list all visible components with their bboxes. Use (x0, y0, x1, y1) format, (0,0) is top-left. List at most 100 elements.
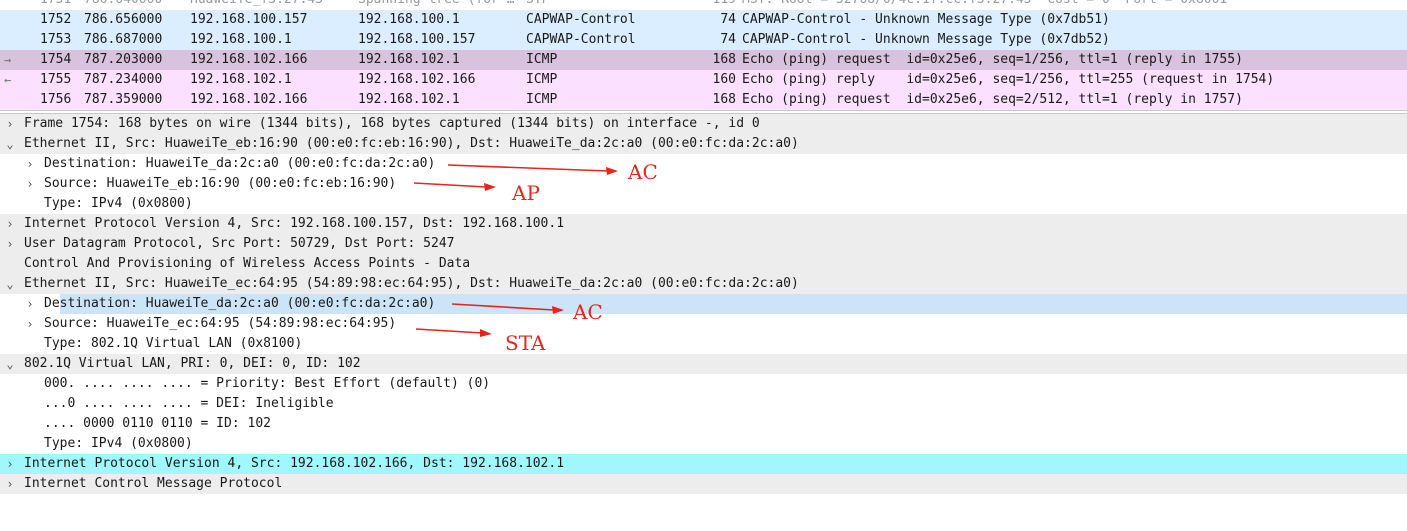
detail-tree-item[interactable]: › Frame 1754: 168 bytes on wire (1344 bit… (0, 114, 1407, 134)
packet-row[interactable]: 1753 786.687000 192.168.100.1 192.168.100.1… (0, 30, 1407, 50)
annotation-label-sta: STA (505, 331, 546, 355)
cell-destination: 192.168.102.166 (358, 72, 476, 87)
cell-number: 1751 (40, 0, 71, 10)
cell-source: HuaweiTe_f3:27:45 (190, 0, 323, 10)
chevron-right-icon[interactable]: › (24, 154, 36, 174)
cell-info: Echo (ping) request id=0x25e6, seq=1/256… (742, 52, 1243, 67)
cell-number: 1754 (40, 52, 72, 67)
related-packet-arrow-icon: ← (4, 73, 12, 87)
annotation-label-ap: AP (512, 181, 540, 205)
detail-tree-item-label: User Datagram Protocol, Src Port: 50729,… (24, 236, 455, 251)
cell-info: Echo (ping) reply id=0x25e6, seq=1/256, … (742, 72, 1275, 87)
detail-tree-item-label: Control And Provisioning of Wireless Acc… (24, 256, 471, 271)
cell-source: 192.168.100.1 (190, 32, 292, 47)
cell-time: 786.687000 (84, 32, 163, 47)
chevron-right-icon[interactable]: › (24, 294, 36, 314)
cell-source: 192.168.100.157 (190, 12, 308, 27)
detail-tree-item-label: Type: IPv4 (0x0800) (44, 436, 193, 451)
cell-destination: 192.168.102.1 (358, 52, 460, 67)
packet-details-tree[interactable]: › Frame 1754: 168 bytes on wire (1344 bit… (0, 114, 1407, 531)
packet-row[interactable]: 1756 787.359000 192.168.102.166 192.168.102… (0, 90, 1407, 110)
chevron-down-icon[interactable]: ⌄ (4, 354, 16, 374)
detail-tree-item-label: Source: HuaweiTe_eb:16:90 (00:e0:fc:eb:1… (44, 176, 397, 191)
cell-destination: Spanning-tree-(for-… (358, 0, 515, 10)
detail-tree-item[interactable]: › User Datagram Protocol, Src Port: 50729… (0, 234, 1407, 254)
detail-tree-item-label: .... 0000 0110 0110 = ID: 102 (44, 416, 271, 431)
cell-length: 168 (712, 92, 736, 107)
chevron-right-icon[interactable]: › (4, 474, 16, 494)
related-packet-arrow-icon: → (4, 53, 12, 67)
chevron-down-icon[interactable]: ⌄ (4, 134, 16, 154)
cell-protocol: CAPWAP-Control (526, 32, 636, 47)
cell-info: MST. Root = 32768/0/4c:1f:cc:f3:27:45 Co… (742, 0, 1227, 10)
cell-length: 74 (720, 12, 736, 27)
detail-tree-item[interactable]: ⌄ Ethernet II, Src: HuaweiTe_eb:16:90 (00… (0, 134, 1407, 154)
cell-info: Echo (ping) request id=0x25e6, seq=2/512… (742, 92, 1243, 107)
detail-tree-item-label: 000. .... .... .... = Priority: Best Eff… (44, 376, 491, 391)
chevron-right-icon[interactable]: › (4, 454, 16, 474)
cell-time: 787.234000 (84, 72, 163, 87)
packet-list[interactable]: 1751 786.640000 HuaweiTe_f3:27:45 Spanning-… (0, 0, 1407, 110)
detail-tree-item-label: Ethernet II, Src: HuaweiTe_ec:64:95 (54:… (24, 276, 799, 291)
packet-row[interactable]: ← 1755 787.234000 192.168.102.1 192.168.102.… (0, 70, 1407, 90)
detail-tree-item[interactable]: .... 0000 0110 0110 = ID: 102 (0, 414, 1407, 434)
detail-tree-item[interactable]: ⌄ 802.1Q Virtual LAN, PRI: 0, DEI: 0, ID:… (0, 354, 1407, 374)
detail-tree-item-label: Type: 802.1Q Virtual LAN (0x8100) (44, 336, 303, 351)
cell-destination: 192.168.100.157 (358, 32, 476, 47)
cell-protocol: ICMP (526, 52, 558, 67)
detail-tree-item-label: ...0 .... .... .... = DEI: Ineligible (44, 396, 334, 411)
chevron-right-icon[interactable]: › (4, 214, 16, 234)
detail-tree-item[interactable]: › Destination: HuaweiTe_da:2c:a0 (00:e0:f… (0, 294, 1407, 314)
detail-tree-item[interactable]: › Destination: HuaweiTe_da:2c:a0 (00:e0:f… (0, 154, 1407, 174)
detail-tree-item[interactable]: › Internet Protocol Version 4, Src: 192.1… (0, 454, 1407, 474)
cell-destination: 192.168.100.1 (358, 12, 460, 27)
detail-tree-item[interactable]: 000. .... .... .... = Priority: Best Eff… (0, 374, 1407, 394)
detail-tree-item[interactable]: › Internet Control Message Protocol (0, 474, 1407, 494)
cell-source: 192.168.102.166 (190, 92, 308, 107)
detail-tree-item[interactable]: › Internet Protocol Version 4, Src: 192.1… (0, 214, 1407, 234)
cell-number: 1755 (40, 72, 72, 87)
cell-time: 787.359000 (84, 92, 163, 107)
detail-tree-item[interactable]: › Source: HuaweiTe_ec:64:95 (54:89:98:ec:… (0, 314, 1407, 334)
cell-source: 192.168.102.1 (190, 72, 292, 87)
detail-tree-item[interactable]: ...0 .... .... .... = DEI: Ineligible (0, 394, 1407, 414)
detail-tree-item-label: Source: HuaweiTe_ec:64:95 (54:89:98:ec:6… (44, 316, 397, 331)
detail-tree-item[interactable]: Type: 802.1Q Virtual LAN (0x8100) (0, 334, 1407, 354)
detail-tree-item-label: Internet Control Message Protocol (24, 476, 283, 491)
detail-tree-item-label: 802.1Q Virtual LAN, PRI: 0, DEI: 0, ID: … (24, 356, 361, 371)
detail-tree-item[interactable]: Control And Provisioning of Wireless Acc… (0, 254, 1407, 274)
cell-protocol: STP (526, 0, 549, 10)
cell-number: 1752 (40, 12, 72, 27)
chevron-right-icon[interactable]: › (24, 314, 36, 334)
chevron-right-icon[interactable]: › (4, 234, 16, 254)
packet-row[interactable]: → 1754 787.203000 192.168.102.166 192.168.10… (0, 50, 1407, 70)
chevron-down-icon[interactable]: ⌄ (4, 274, 16, 294)
cell-number: 1753 (40, 32, 72, 47)
cell-destination: 192.168.102.1 (358, 92, 460, 107)
annotation-label-ac-1: AC (628, 160, 658, 184)
cell-source: 192.168.102.166 (190, 52, 308, 67)
detail-tree-item-label: Frame 1754: 168 bytes on wire (1344 bits… (24, 116, 760, 131)
detail-tree-item-label: Internet Protocol Version 4, Src: 192.16… (24, 456, 565, 471)
detail-tree-item-label: Destination: HuaweiTe_da:2c:a0 (00:e0:fc… (44, 296, 436, 311)
detail-tree-item-label: Type: IPv4 (0x0800) (44, 196, 193, 211)
annotation-label-ac-2: AC (573, 300, 603, 324)
chevron-right-icon[interactable]: › (4, 114, 16, 134)
detail-tree-item[interactable]: Type: IPv4 (0x0800) (0, 194, 1407, 214)
cell-time: 786.656000 (84, 12, 163, 27)
cell-protocol: CAPWAP-Control (526, 12, 636, 27)
cell-info: CAPWAP-Control - Unknown Message Type (0… (742, 32, 1110, 47)
cell-number: 1756 (40, 92, 72, 107)
cell-time: 786.640000 (84, 0, 162, 10)
detail-tree-item[interactable]: › Source: HuaweiTe_eb:16:90 (00:e0:fc:eb:… (0, 174, 1407, 194)
packet-row[interactable]: 1752 786.656000 192.168.100.157 192.168.100… (0, 10, 1407, 30)
cell-info: CAPWAP-Control - Unknown Message Type (0… (742, 12, 1110, 27)
detail-tree-item[interactable]: Type: IPv4 (0x0800) (0, 434, 1407, 454)
packet-row[interactable]: 1751 786.640000 HuaweiTe_f3:27:45 Spanning-… (0, 0, 1407, 10)
cell-length: 74 (720, 32, 736, 47)
detail-tree-item-label: Ethernet II, Src: HuaweiTe_eb:16:90 (00:… (24, 136, 799, 151)
chevron-right-icon[interactable]: › (24, 174, 36, 194)
detail-tree-item-label: Internet Protocol Version 4, Src: 192.16… (24, 216, 565, 231)
detail-tree-item[interactable]: ⌄ Ethernet II, Src: HuaweiTe_ec:64:95 (54… (0, 274, 1407, 294)
cell-protocol: ICMP (526, 72, 558, 87)
